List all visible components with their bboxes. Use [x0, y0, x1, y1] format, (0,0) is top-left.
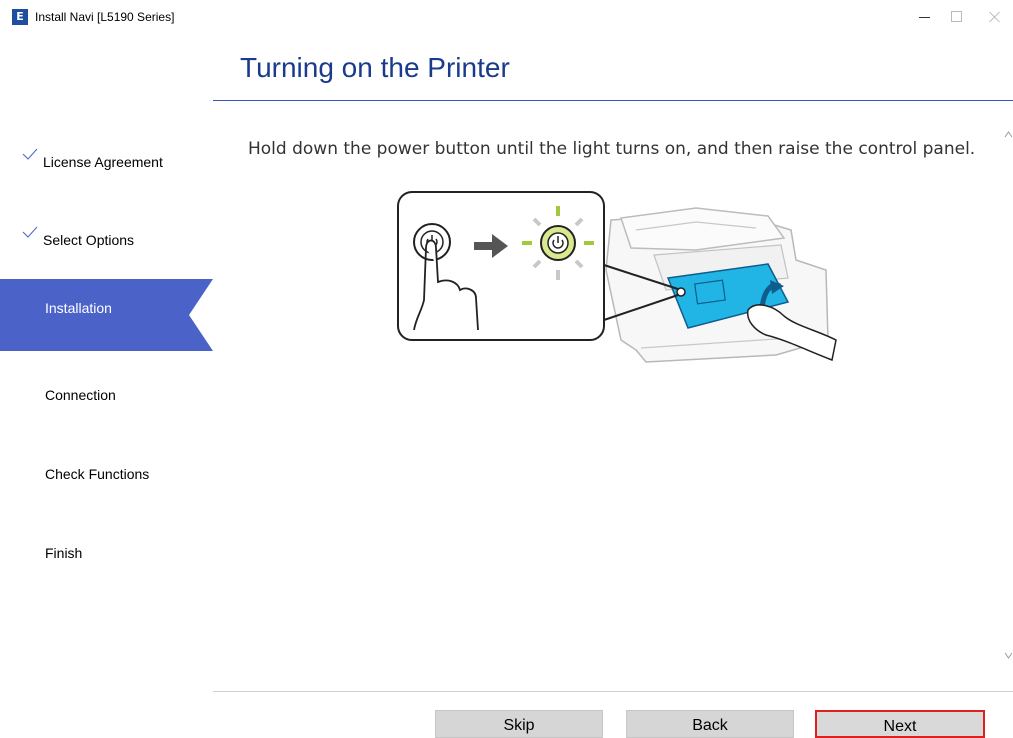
sidebar-step-label: Select Options — [43, 232, 135, 248]
scroll-down-icon[interactable] — [1004, 650, 1013, 660]
sidebar-step-label: Connection — [45, 387, 116, 403]
sidebar-step-finish: Finish — [0, 509, 213, 581]
maximize-button[interactable] — [941, 6, 971, 28]
next-button[interactable]: Next — [815, 710, 985, 738]
sidebar-step-installation: Installation — [0, 279, 213, 351]
sidebar-step-label: Check Functions — [45, 466, 150, 482]
scroll-up-icon[interactable] — [1004, 130, 1013, 140]
checkmark-icon — [22, 226, 38, 238]
back-button[interactable]: Back — [626, 710, 794, 738]
vertical-scrollbar[interactable] — [1004, 130, 1013, 670]
active-step-notch — [189, 279, 213, 351]
title-divider — [213, 100, 1013, 101]
sidebar-step-label: License Agreement — [43, 154, 163, 170]
sidebar-step-select-options: Select Options — [0, 196, 213, 268]
close-button[interactable] — [980, 6, 1010, 28]
sidebar-step-label: Installation — [45, 300, 112, 316]
footer-divider — [213, 691, 1013, 692]
page-title: Turning on the Printer — [240, 52, 510, 83]
checkmark-icon — [22, 148, 38, 160]
sidebar-step-connection: Connection — [0, 351, 213, 423]
skip-button[interactable]: Skip — [435, 710, 603, 738]
minimize-button[interactable] — [910, 6, 940, 28]
instruction-text: Hold down the power button until the lig… — [248, 139, 976, 159]
sidebar-step-label: Finish — [45, 545, 83, 561]
printer-power-illustration — [397, 191, 837, 363]
title-bar: E Install Navi [L5190 Series] — [0, 0, 1013, 34]
step-sidebar: License Agreement Select Options Install… — [0, 110, 213, 590]
app-icon: E — [12, 9, 28, 25]
sidebar-step-check-functions: Check Functions — [0, 430, 213, 502]
window-title: Install Navi [L5190 Series] — [35, 10, 175, 24]
sidebar-step-license-agreement: License Agreement — [0, 118, 213, 190]
